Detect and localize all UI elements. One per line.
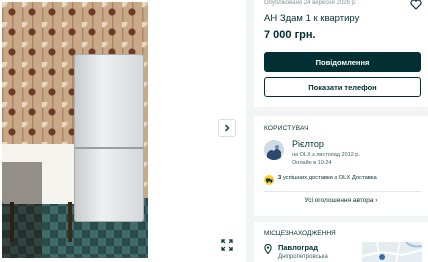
chevron-right-icon: › [375,197,378,204]
photo-shadow [2,162,42,258]
ad-summary: Опубліковано 24 вересня 2026 р. АН Здам … [254,0,428,107]
seller-name[interactable]: Рієлтор [292,139,324,149]
location-map[interactable] [362,242,422,262]
all-ads-label: Усі оголошення автора [304,197,374,204]
all-ads-link[interactable]: Усі оголошення автора › [254,197,428,204]
gallery-next-button[interactable] [218,119,236,137]
delivery-icon [264,175,274,185]
location-city: Павлоград [278,243,318,252]
published-date: Опубліковано 24 вересня 2026 р. [264,0,357,6]
photo-gallery [0,0,246,262]
photo-fridge-door-line [75,147,143,149]
delivery-stats: 3 успішних доставки з OLX Доставка [278,175,377,181]
avatar[interactable] [264,140,284,160]
show-phone-button[interactable]: Показати телефон [264,77,421,97]
location-card: МІСЦЕЗНАХОДЖЕННЯ Павлоград Дніпропетровс… [254,222,428,262]
avatar-icon [264,140,284,160]
ad-price: 7 000 грн. [264,29,316,41]
listing-photo[interactable] [2,2,148,258]
chevron-right-icon [225,124,230,132]
seller-section-label: КОРИСТУВАЧ [264,125,309,132]
truck-icon [265,178,272,183]
seller-online-status: Онлайн в 10:24 [292,160,332,166]
pin-icon [264,244,272,254]
seller-since: на OLX з листопад 2012 р. [292,152,360,158]
location-section-label: МІСЦЕЗНАХОДЖЕННЯ [264,230,336,237]
divider [264,191,421,192]
message-button[interactable]: Повідомлення [264,52,421,72]
ad-page: Опубліковано 24 вересня 2026 р. АН Здам … [0,0,428,262]
location-region: Дніпропетровська [278,254,328,260]
photo-fridge [74,54,144,222]
ad-card: Опубліковано 24 вересня 2026 р. АН Здам … [254,0,428,107]
expand-icon[interactable] [220,238,234,252]
heart-icon[interactable] [410,0,422,10]
seller-card: КОРИСТУВАЧ Рієлтор на OLX з листопад 201… [254,116,428,216]
ad-title: АН Здам 1 к квартиру [264,13,360,24]
map-preview-icon [362,242,422,262]
delivery-label: успішних доставки з OLX Доставка [281,175,377,181]
